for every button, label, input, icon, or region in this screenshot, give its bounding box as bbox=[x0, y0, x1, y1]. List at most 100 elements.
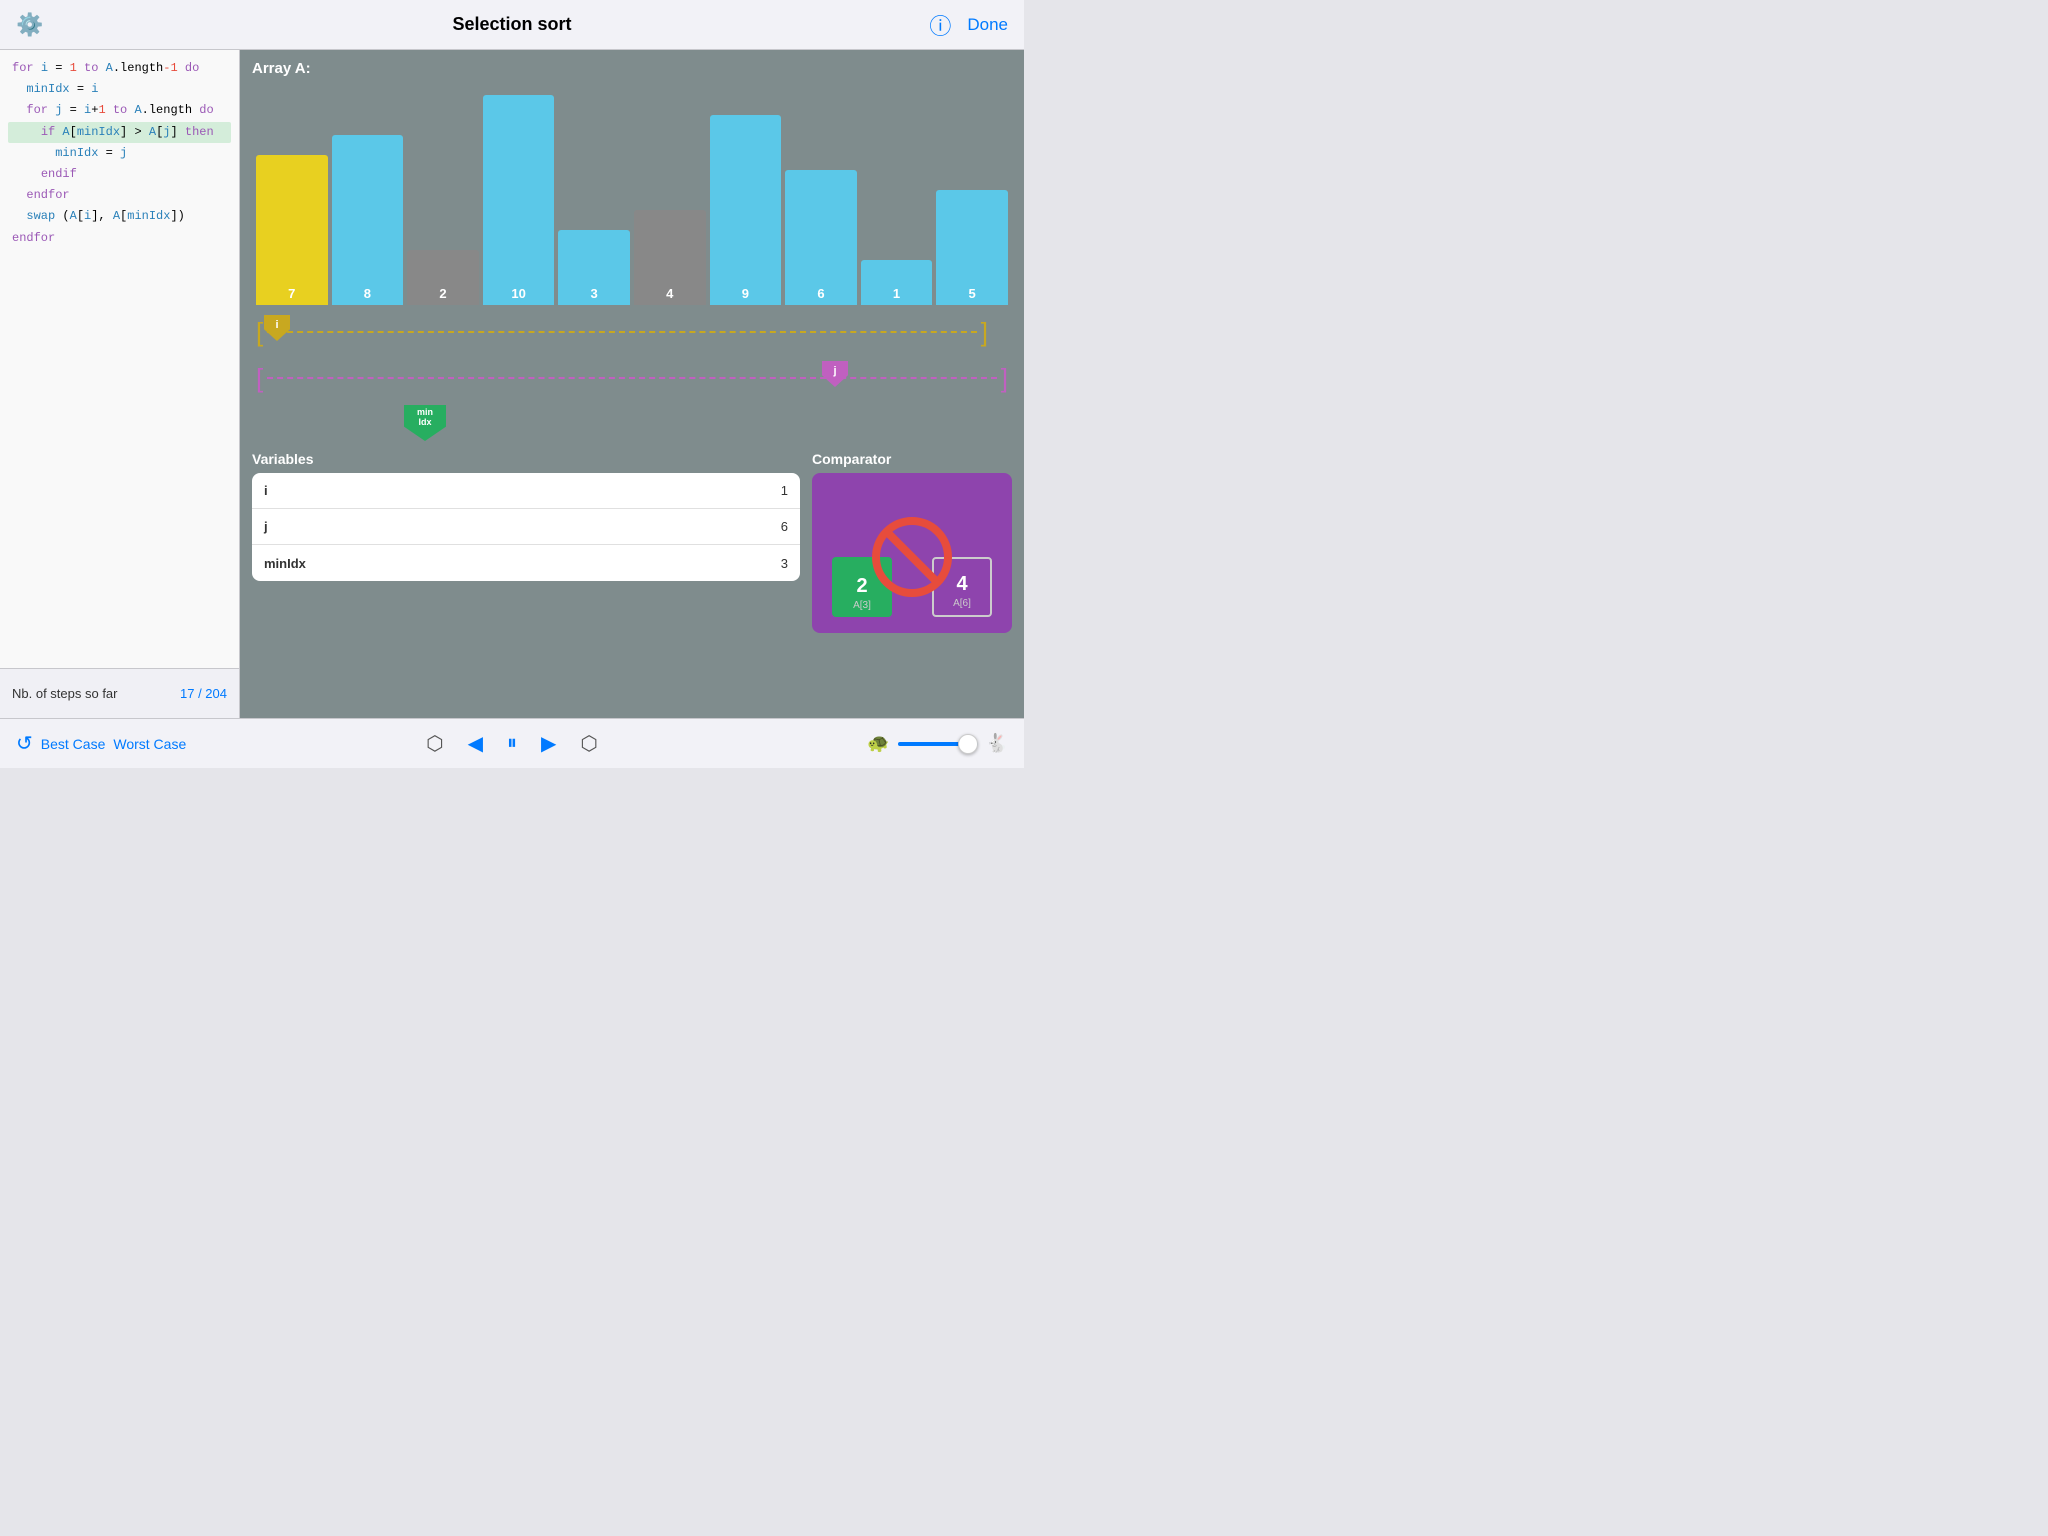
bar-wrapper: 7 bbox=[256, 155, 328, 305]
turtle-icon: 🐢 bbox=[867, 733, 889, 754]
var-val-j: 6 bbox=[781, 519, 788, 534]
code-line: endfor bbox=[8, 185, 231, 206]
bar-label: 1 bbox=[893, 286, 900, 305]
comp-label-right: A[6] bbox=[953, 598, 971, 615]
footer-center: ⬡ ◀ ⏸ ▶ ⬡ bbox=[216, 731, 808, 756]
comp-num-left: 2 bbox=[856, 576, 867, 600]
bar-wrapper: 2 bbox=[407, 250, 479, 305]
bar-label: 10 bbox=[511, 286, 525, 305]
page-title: Selection sort bbox=[452, 14, 571, 35]
minidx-pentagon: minIdx bbox=[404, 405, 446, 441]
bar-wrapper: 1 bbox=[861, 260, 933, 305]
bar-chart: 7 8 2 10 bbox=[252, 85, 1012, 305]
i-dashed-line bbox=[267, 331, 977, 333]
main-area: for i = 1 to A.length-1 do minIdx = i fo… bbox=[0, 50, 1024, 718]
bar-label: 4 bbox=[666, 286, 673, 305]
i-bracket-left: [ bbox=[256, 319, 263, 345]
worst-case-button[interactable]: Worst Case bbox=[113, 736, 186, 752]
variable-row-j: j 6 bbox=[252, 509, 800, 545]
left-panel: for i = 1 to A.length-1 do minIdx = i fo… bbox=[0, 50, 240, 718]
bar-label: 2 bbox=[439, 286, 446, 305]
j-dashed-line bbox=[267, 377, 997, 379]
steps-label: Nb. of steps so far bbox=[12, 686, 118, 701]
j-pentagon: j bbox=[822, 361, 848, 387]
i-bracket-right: ] bbox=[981, 319, 988, 345]
comparator-box: 2 A[3] 4 A[6] bbox=[812, 473, 1012, 633]
var-name-j: j bbox=[264, 519, 781, 534]
bar: 10 bbox=[483, 95, 555, 305]
best-case-button[interactable]: Best Case bbox=[41, 736, 106, 752]
comp-num-right: 4 bbox=[956, 574, 967, 598]
bar-label: 6 bbox=[817, 286, 824, 305]
bar-wrapper: 5 bbox=[936, 190, 1008, 305]
bar: 9 bbox=[710, 115, 782, 305]
variables-table: i 1 j 6 minIdx 3 bbox=[252, 473, 800, 581]
footer: ↺ Best Case Worst Case ⬡ ◀ ⏸ ▶ ⬡ 🐢 🐇 bbox=[0, 718, 1024, 768]
bars-row: 7 8 2 10 bbox=[252, 85, 1012, 305]
step-in-icon[interactable]: ⬡ bbox=[580, 731, 597, 756]
pause-button[interactable]: ⏸ bbox=[507, 732, 517, 755]
j-bracket-left: [ bbox=[256, 365, 263, 391]
bar-wrapper: 3 bbox=[558, 230, 630, 305]
code-line: endfor bbox=[8, 228, 231, 249]
code-line: for i = 1 to A.length-1 do bbox=[8, 58, 231, 79]
j-label: j bbox=[833, 365, 836, 377]
bar-wrapper: 6 bbox=[785, 170, 857, 305]
code-line: swap (A[i], A[minIdx]) bbox=[8, 206, 231, 227]
variable-row-minidx: minIdx 3 bbox=[252, 545, 800, 581]
bar-wrapper: 10 bbox=[483, 95, 555, 305]
code-line-highlighted: if A[minIdx] > A[j] then bbox=[8, 122, 231, 143]
bar-wrapper: 4 bbox=[634, 210, 706, 305]
help-icon[interactable]: ⓘ bbox=[929, 9, 951, 41]
minidx-label: minIdx bbox=[417, 408, 433, 428]
bar: 3 bbox=[558, 230, 630, 305]
variables-title: Variables bbox=[252, 451, 800, 467]
bar: 8 bbox=[332, 135, 404, 305]
bar: 1 bbox=[861, 260, 933, 305]
j-bracket-right: ] bbox=[1001, 365, 1008, 391]
prev-button[interactable]: ◀ bbox=[468, 731, 483, 756]
no-entry-icon bbox=[872, 517, 952, 597]
bar: 7 bbox=[256, 155, 328, 305]
comparator-panel: Comparator 2 A[3] 4 A[6] bbox=[812, 451, 1012, 708]
bar-label: 5 bbox=[969, 286, 976, 305]
j-arrow: j bbox=[822, 361, 848, 387]
i-arrow: i bbox=[264, 315, 290, 341]
next-button[interactable]: ▶ bbox=[541, 731, 556, 756]
comp-label-left: A[3] bbox=[853, 600, 871, 617]
step-out-icon[interactable]: ⬡ bbox=[426, 731, 443, 756]
var-val-i: 1 bbox=[781, 483, 788, 498]
minidx-arrow: minIdx bbox=[404, 405, 446, 441]
code-area: for i = 1 to A.length-1 do minIdx = i fo… bbox=[0, 50, 239, 668]
bar: 6 bbox=[785, 170, 857, 305]
var-name-minidx: minIdx bbox=[264, 556, 781, 571]
var-val-minidx: 3 bbox=[781, 556, 788, 571]
bar-wrapper: 8 bbox=[332, 135, 404, 305]
bar-label: 8 bbox=[364, 286, 371, 305]
bar: 5 bbox=[936, 190, 1008, 305]
gear-icon[interactable]: ⚙️ bbox=[16, 12, 43, 38]
i-label: i bbox=[275, 319, 278, 331]
footer-right: 🐢 🐇 bbox=[808, 733, 1008, 754]
header-right: ⓘ Done bbox=[929, 9, 1008, 41]
bar-label: 9 bbox=[742, 286, 749, 305]
bar: 4 bbox=[634, 210, 706, 305]
variable-row-i: i 1 bbox=[252, 473, 800, 509]
j-pointer-row: [ ] j bbox=[252, 359, 1012, 397]
footer-left: ↺ Best Case Worst Case bbox=[16, 731, 216, 756]
speed-slider[interactable] bbox=[898, 742, 978, 746]
i-pointer-row: [ ] i bbox=[252, 313, 1012, 351]
bar: 2 bbox=[407, 250, 479, 305]
header: ⚙️ Selection sort ⓘ Done bbox=[0, 0, 1024, 50]
done-button[interactable]: Done bbox=[967, 15, 1008, 35]
steps-area: Nb. of steps so far 17 / 204 bbox=[0, 668, 239, 718]
code-line: minIdx = i bbox=[8, 79, 231, 100]
bar-label: 7 bbox=[288, 286, 295, 305]
speed-thumb[interactable] bbox=[958, 734, 978, 754]
right-panel: Array A: 7 8 2 bbox=[240, 50, 1024, 718]
steps-value: 17 / 204 bbox=[180, 686, 227, 701]
bottom-section: Variables i 1 j 6 minIdx 3 bbox=[252, 451, 1012, 708]
variables-panel: Variables i 1 j 6 minIdx 3 bbox=[252, 451, 800, 708]
refresh-icon[interactable]: ↺ bbox=[16, 731, 33, 756]
rabbit-icon: 🐇 bbox=[986, 733, 1008, 754]
